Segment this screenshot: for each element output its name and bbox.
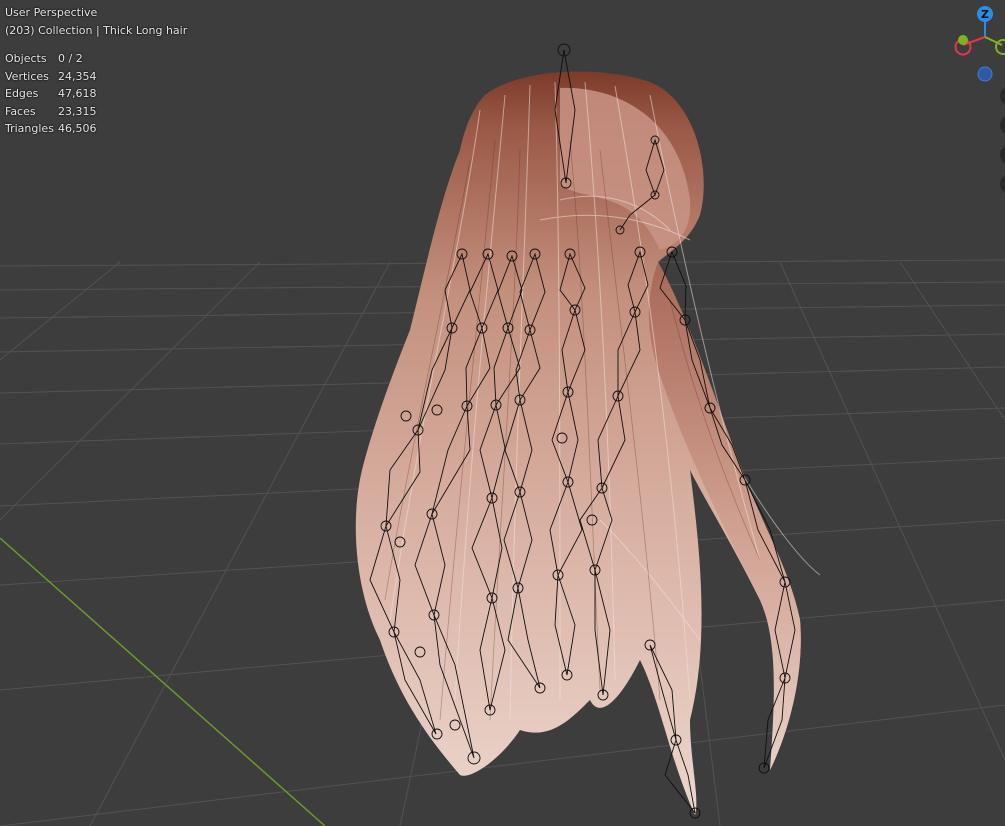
stat-row-vertices: Vertices 24,354 <box>5 68 97 86</box>
stat-row-edges: Edges 47,618 <box>5 85 97 103</box>
stat-label: Edges <box>5 87 39 100</box>
x-axis-line <box>0 537 326 826</box>
stat-row-objects: Objects 0 / 2 <box>5 50 97 68</box>
camera-button-icon[interactable] <box>1000 145 1005 165</box>
stat-value: 0 / 2 <box>58 52 83 65</box>
gizmo-neg-z-icon[interactable] <box>977 66 993 82</box>
gizmo-z-label: Z <box>981 8 989 21</box>
stat-row-triangles: Triangles 46,506 <box>5 120 97 138</box>
zoom-button-icon[interactable] <box>1000 86 1005 106</box>
stat-row-faces: Faces 23,315 <box>5 103 97 121</box>
stat-label: Triangles <box>5 122 54 135</box>
stat-value: 47,618 <box>58 87 97 100</box>
viewport-nav-buttons[interactable] <box>1000 86 1005 194</box>
navigation-gizmo[interactable]: Z <box>954 6 1005 82</box>
stat-label: Objects <box>5 52 47 65</box>
view-name: User Perspective <box>5 6 98 19</box>
collection-context: (203) Collection | Thick Long hair <box>5 23 188 37</box>
gizmo-y-axis-icon[interactable] <box>995 39 1005 55</box>
stat-label: Faces <box>5 104 36 118</box>
ortho-toggle-icon[interactable] <box>1000 174 1005 194</box>
stat-value: 46,506 <box>58 122 97 135</box>
hair-mesh[interactable] <box>355 71 821 816</box>
viewport-info-overlay: User Perspective (203) Collection | Thic… <box>5 4 187 138</box>
stat-label: Vertices <box>5 69 49 83</box>
pan-button-icon[interactable] <box>1000 115 1005 135</box>
stat-value: 23,315 <box>58 104 97 118</box>
stat-value: 24,354 <box>58 69 97 83</box>
scene-statistics: Objects 0 / 2 Vertices 24,354 Edges 47,618 … <box>5 50 97 138</box>
gizmo-neg-y-icon[interactable] <box>958 35 968 45</box>
